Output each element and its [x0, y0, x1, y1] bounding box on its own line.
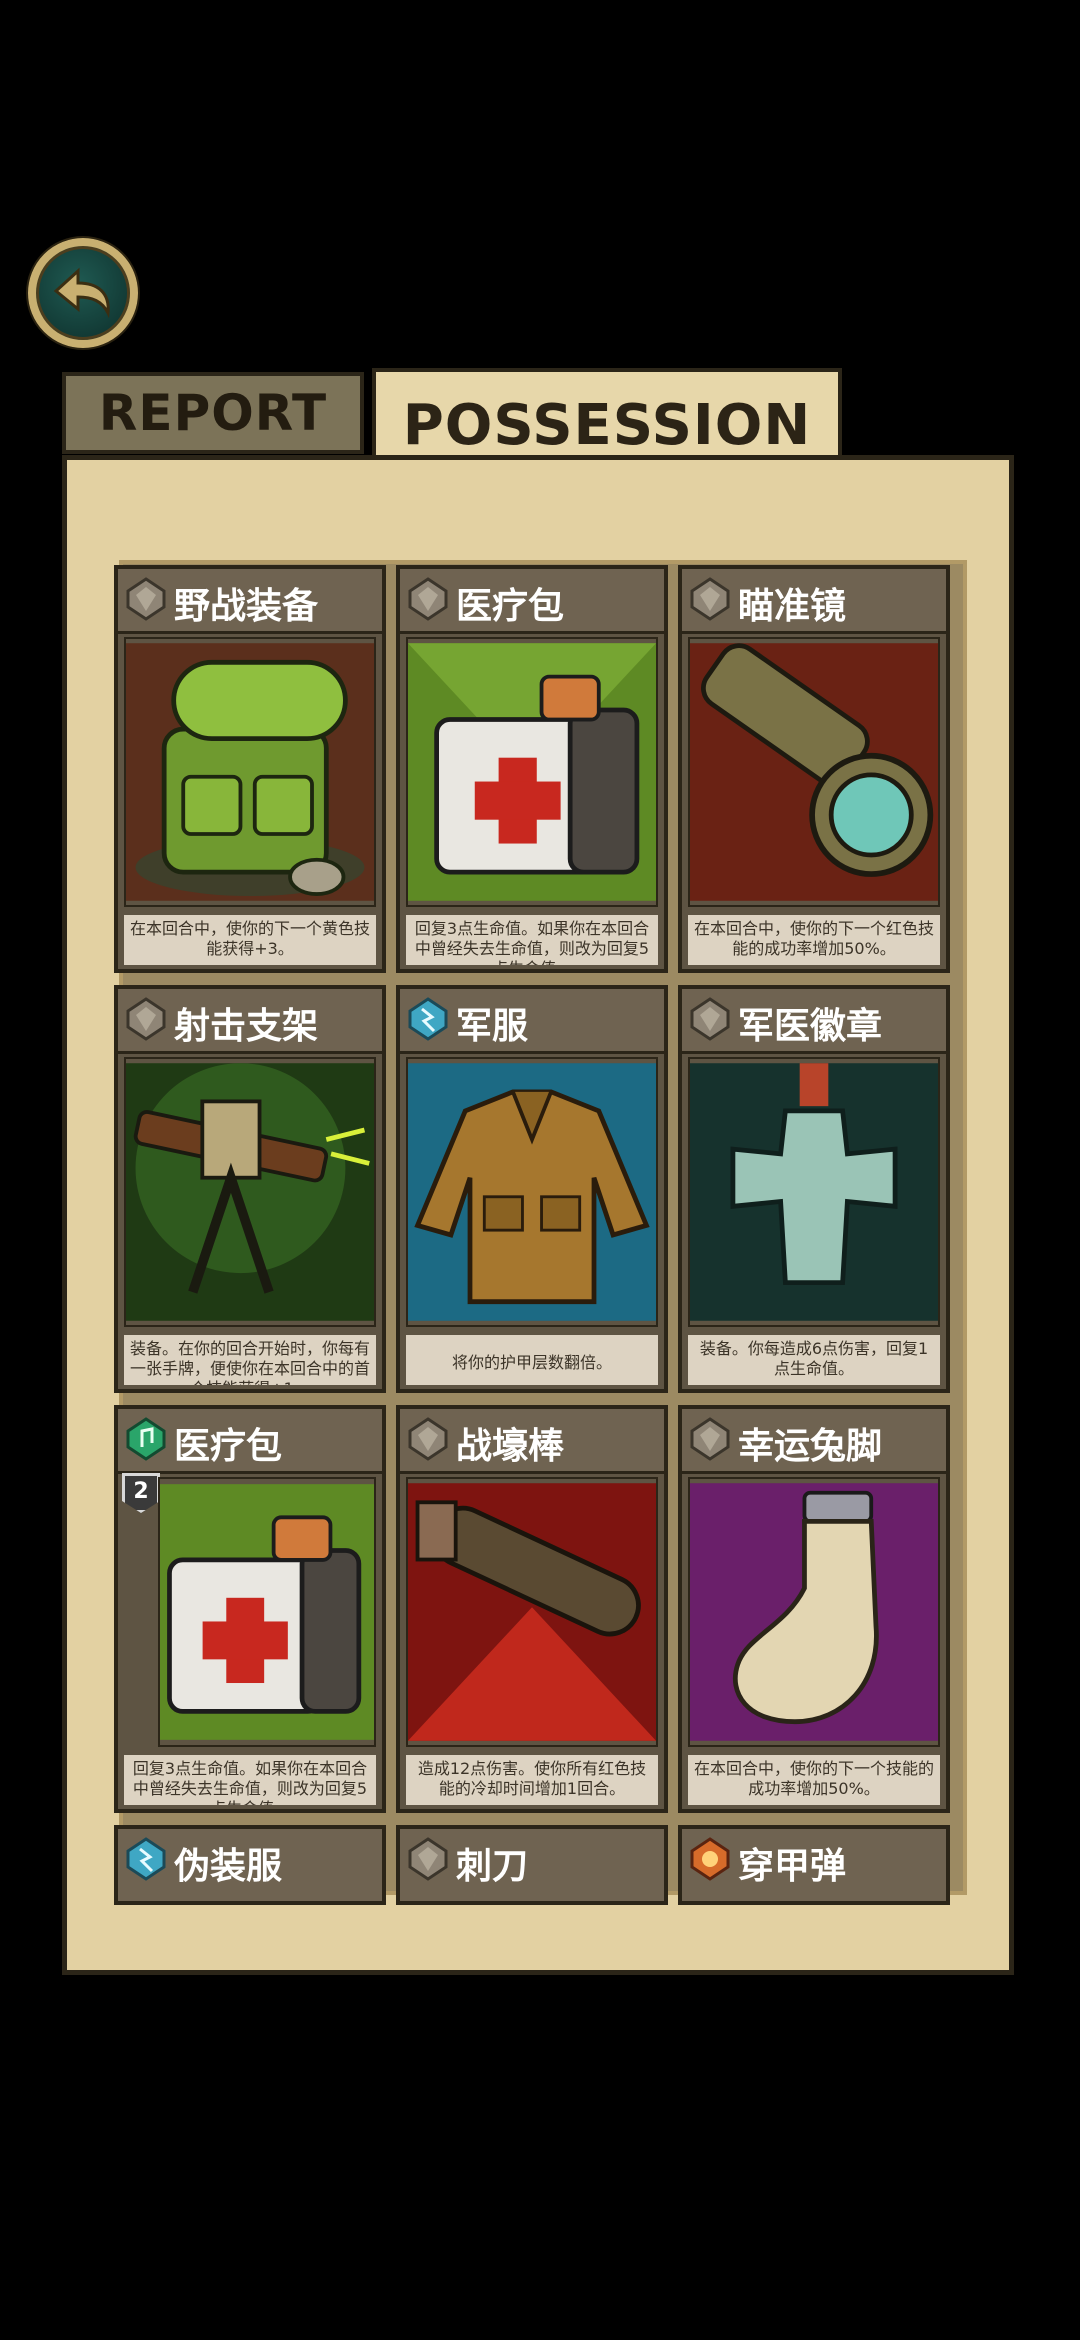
card-description: 回复3点生命值。如果你在本回合中曾经失去生命值，则改为回复5点生命值。 — [124, 1755, 376, 1805]
medkit-icon — [158, 1477, 376, 1747]
card-name: 幸运兔脚 — [738, 1426, 883, 1467]
card-header: 医疗包 — [400, 569, 664, 634]
card-description: 在本回合中，使你的下一个黄色技能获得+3。 — [124, 915, 376, 965]
uniform-icon — [406, 1057, 658, 1327]
card-description: 在本回合中，使你的下一个技能的成功率增加50%。 — [688, 1755, 940, 1805]
gray-gem-icon — [688, 577, 732, 621]
gray-gem-icon — [406, 1837, 450, 1881]
tab-report[interactable]: REPORT — [62, 372, 364, 454]
card-name: 军服 — [456, 1006, 529, 1047]
card-camouflage[interactable]: 伪装服 — [114, 1825, 386, 1905]
card-header: 幸运兔脚 — [682, 1409, 946, 1474]
card-name: 瞄准镜 — [738, 586, 847, 627]
card-description: 造成12点伤害。使你所有红色技能的冷却时间增加1回合。 — [406, 1755, 658, 1805]
green-gem-icon — [124, 1417, 168, 1461]
blue-gem-icon — [124, 1837, 168, 1881]
card-header: 战壕棒 — [400, 1409, 664, 1474]
medkit-icon — [406, 637, 658, 907]
backpack-icon — [124, 637, 376, 907]
card-name: 军医徽章 — [738, 1006, 883, 1047]
card-scope[interactable]: 瞄准镜 在本回合中，使你的下一个红色技能的成功率增加50%。 — [678, 565, 950, 973]
card-description: 将你的护甲层数翻倍。 — [406, 1335, 658, 1385]
medal-icon — [688, 1057, 940, 1327]
card-name: 伪装服 — [174, 1846, 283, 1887]
card-medkit-2[interactable]: 医疗包 2 回复3点生命值。如果你在本回合中曾经失去生命值，则改为回复5点生命值… — [114, 1405, 386, 1813]
scope-icon — [688, 637, 940, 907]
card-description: 在本回合中，使你的下一个红色技能的成功率增加50%。 — [688, 915, 940, 965]
card-description: 装备。你每造成6点伤害，回复1点生命值。 — [688, 1335, 940, 1385]
card-armor-piercing[interactable]: 穿甲弹 — [678, 1825, 950, 1905]
card-name: 刺刀 — [456, 1846, 529, 1887]
card-rabbit-foot[interactable]: 幸运兔脚 在本回合中，使你的下一个技能的成功率增加50%。 — [678, 1405, 950, 1813]
gray-gem-icon — [688, 997, 732, 1041]
gray-gem-icon — [124, 997, 168, 1041]
gray-gem-icon — [406, 1417, 450, 1461]
card-description: 装备。在你的回合开始时，你每有一张手牌，便使你在本回合中的首个技能获得+1。 — [124, 1335, 376, 1385]
back-arrow-icon — [48, 261, 118, 325]
orange-gem-icon — [688, 1837, 732, 1881]
card-trench-club[interactable]: 战壕棒 造成12点伤害。使你所有红色技能的冷却时间增加1回合。 — [396, 1405, 668, 1813]
rabbit-foot-icon — [688, 1477, 940, 1747]
card-header: 医疗包 — [118, 1409, 382, 1474]
card-header: 伪装服 — [118, 1829, 382, 1901]
card-name: 射击支架 — [174, 1006, 319, 1047]
back-button[interactable] — [28, 238, 138, 348]
card-uniform[interactable]: 军服 将你的护甲层数翻倍。 — [396, 985, 668, 1393]
card-header: 穿甲弹 — [682, 1829, 946, 1901]
gray-gem-icon — [406, 577, 450, 621]
card-medkit[interactable]: 医疗包 回复3点生命值。如果你在本回合中曾经失去生命值，则改为回复5点生命值。 — [396, 565, 668, 973]
gray-gem-icon — [688, 1417, 732, 1461]
count-badge: 2 — [122, 1473, 160, 1513]
card-header: 军医徽章 — [682, 989, 946, 1054]
card-header: 瞄准镜 — [682, 569, 946, 634]
card-medic-badge[interactable]: 军医徽章 装备。你每造成6点伤害，回复1点生命值。 — [678, 985, 950, 1393]
bipod-icon — [124, 1057, 376, 1327]
card-bipod[interactable]: 射击支架 装备。在你的回合开始时，你每有一张手牌，便使你在本回合中的首个技能获得… — [114, 985, 386, 1393]
card-header: 射击支架 — [118, 989, 382, 1054]
gray-gem-icon — [124, 577, 168, 621]
card-bayonet[interactable]: 刺刀 — [396, 1825, 668, 1905]
blue-gem-icon — [406, 997, 450, 1041]
card-description: 回复3点生命值。如果你在本回合中曾经失去生命值，则改为回复5点生命值。 — [406, 915, 658, 965]
card-name: 战壕棒 — [456, 1426, 565, 1467]
card-header: 军服 — [400, 989, 664, 1054]
club-icon — [406, 1477, 658, 1747]
card-field-gear[interactable]: 野战装备 在本回合中，使你的下一个黄色技能获得+3。 — [114, 565, 386, 973]
card-name: 医疗包 — [174, 1426, 283, 1467]
card-name: 野战装备 — [174, 586, 319, 627]
card-name: 穿甲弹 — [738, 1846, 847, 1887]
card-header: 刺刀 — [400, 1829, 664, 1901]
card-name: 医疗包 — [456, 586, 565, 627]
card-header: 野战装备 — [118, 569, 382, 634]
